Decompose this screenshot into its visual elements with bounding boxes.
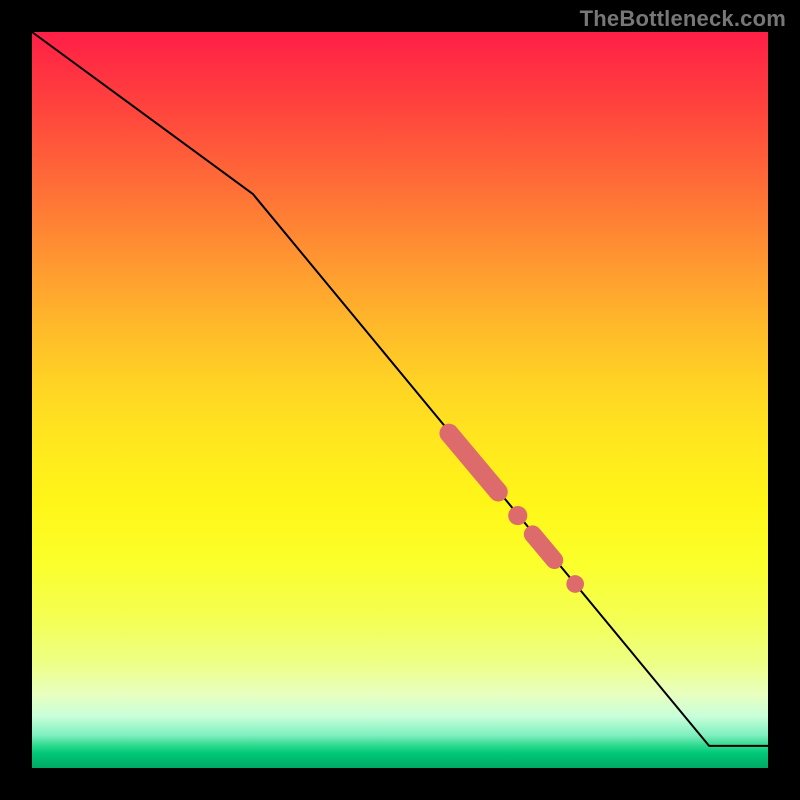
plot-area [32,32,768,768]
series-line [32,32,768,746]
marker-pill [436,420,512,506]
chart-stage: TheBottleneck.com [0,0,800,800]
marker-dot [566,575,584,593]
marker-dot [508,506,527,525]
plot-svg [32,32,768,768]
marker-pill [520,522,567,573]
watermark-text: TheBottleneck.com [580,6,786,32]
